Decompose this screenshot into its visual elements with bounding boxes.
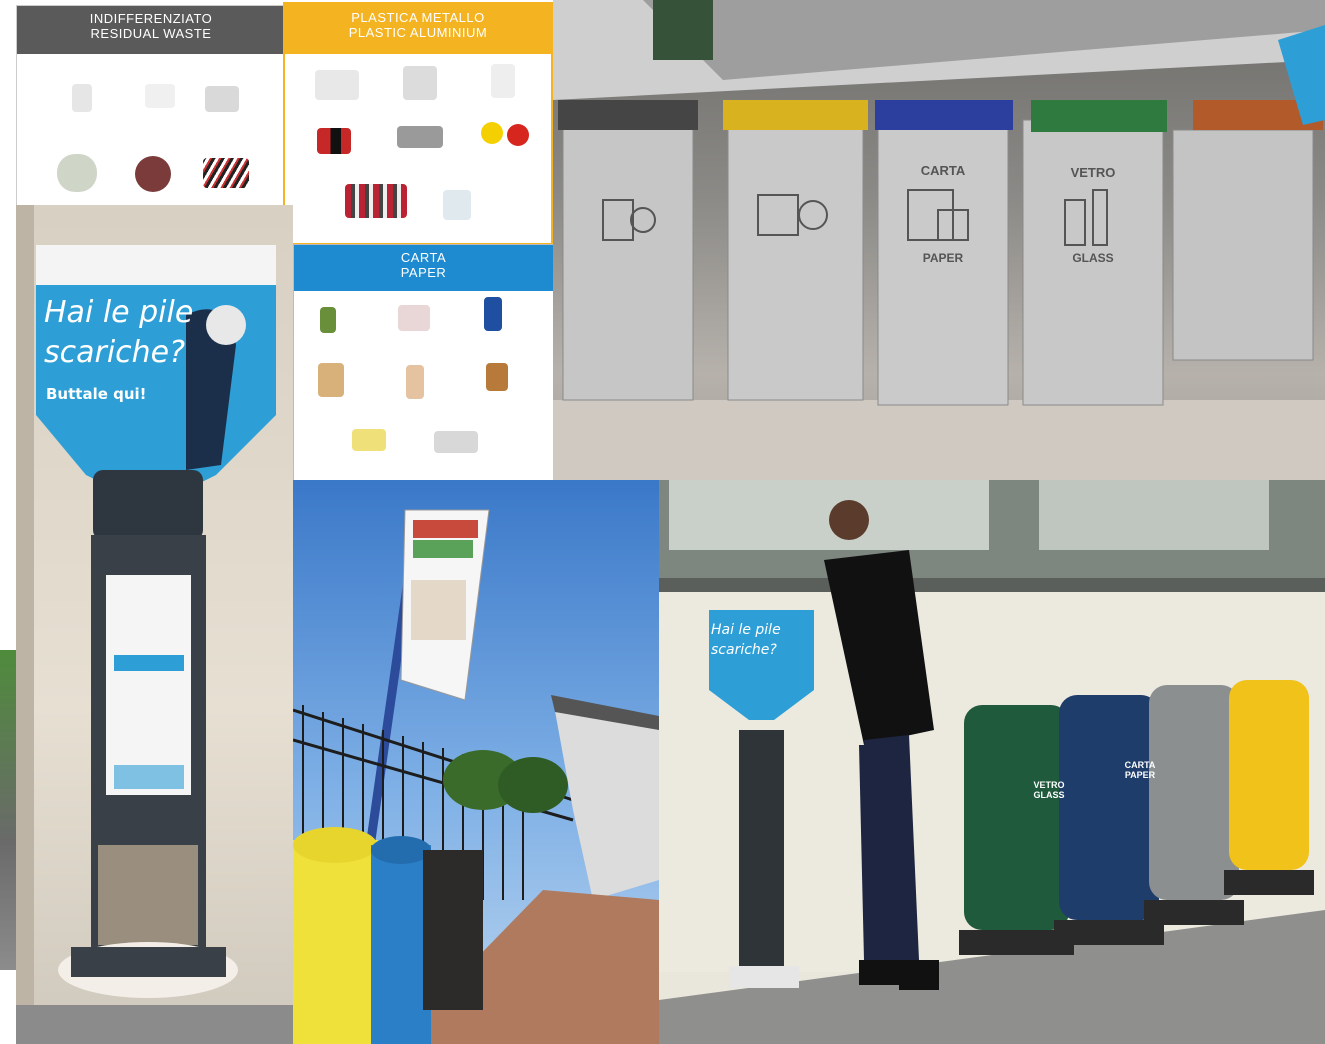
item-thumbnail xyxy=(491,64,515,98)
item-thumbnail xyxy=(318,363,344,397)
item-thumbnail xyxy=(398,305,430,331)
flag-scene xyxy=(293,509,659,1044)
plastic-sign-header: PLASTICA METALLO PLASTIC ALUMINIUM xyxy=(285,4,551,54)
item-thumbnail xyxy=(397,126,443,148)
residual-sign-header: INDIFFERENZIATO RESIDUAL WASTE xyxy=(17,6,285,54)
small-poster-title-line1: Hai le pile xyxy=(711,622,781,638)
poster-title-line1: Hai le pile xyxy=(44,295,194,330)
recycling-station-photo: CARTA PAPER VETRO GLASS xyxy=(553,0,1325,480)
item-thumbnail xyxy=(484,297,502,331)
bin-label-paper: PAPER xyxy=(922,251,964,265)
item-thumbnail xyxy=(205,86,239,112)
plastic-sign-title-en: PLASTIC ALUMINIUM xyxy=(348,24,488,40)
paper-sign-header: CARTA PAPER xyxy=(294,245,553,291)
street-bin-label-glass: VETRO GLASS xyxy=(1033,780,1065,801)
item-thumbnail xyxy=(317,128,351,154)
residual-waste-sign: INDIFFERENZIATO RESIDUAL WASTE xyxy=(16,5,286,207)
poster-title-line2: scariche? xyxy=(44,335,186,370)
residual-sign-title-en: RESIDUAL WASTE xyxy=(90,25,212,41)
battery-collector-photo: Hai le pile scariche? Buttale qui! xyxy=(16,205,293,1044)
item-thumbnail xyxy=(352,429,386,451)
plastic-sign-title-it: PLASTICA METALLO xyxy=(351,10,485,25)
item-thumbnail xyxy=(403,66,437,100)
street-bin-label-paper: CARTA PAPER xyxy=(1124,760,1156,781)
battery-column-scene xyxy=(16,205,293,1044)
item-thumbnail xyxy=(57,154,97,192)
paper-sign-title-en: PAPER xyxy=(400,264,447,280)
residual-sign-title-it: INDIFFERENZIATO xyxy=(89,11,213,26)
item-thumbnail xyxy=(145,84,175,108)
item-thumbnail xyxy=(434,431,478,453)
item-thumbnail xyxy=(345,184,407,218)
item-thumbnail xyxy=(486,363,508,391)
bin-label-carta: CARTA xyxy=(920,163,966,178)
item-thumbnail xyxy=(443,190,471,220)
small-poster-title-line2: scariche? xyxy=(711,642,777,658)
man-battery-collector-photo: Hai le pile scariche? VETRO GLASS CARTA … xyxy=(659,480,1325,1044)
left-edge-photo-strip xyxy=(0,650,16,970)
item-thumbnail xyxy=(135,156,171,192)
plastic-aluminium-sign: PLASTICA METALLO PLASTIC ALUMINIUM xyxy=(283,2,553,245)
poster-subtitle: Buttale qui! xyxy=(46,385,147,403)
station-scene xyxy=(553,0,1325,480)
item-thumbnail xyxy=(406,365,424,399)
item-thumbnail xyxy=(507,124,529,146)
flag-and-bins-photo xyxy=(293,480,659,1044)
item-thumbnail xyxy=(481,122,503,144)
bin-label-vetro: VETRO xyxy=(1070,165,1116,180)
bin-label-glass: GLASS xyxy=(1072,251,1114,265)
item-thumbnail xyxy=(203,158,249,188)
man-scene xyxy=(659,480,1325,1044)
item-thumbnail xyxy=(315,70,359,100)
paper-sign-title-it: CARTA xyxy=(400,250,447,265)
item-thumbnail xyxy=(72,84,92,112)
item-thumbnail xyxy=(320,307,336,333)
paper-sign: CARTA PAPER xyxy=(293,244,554,482)
